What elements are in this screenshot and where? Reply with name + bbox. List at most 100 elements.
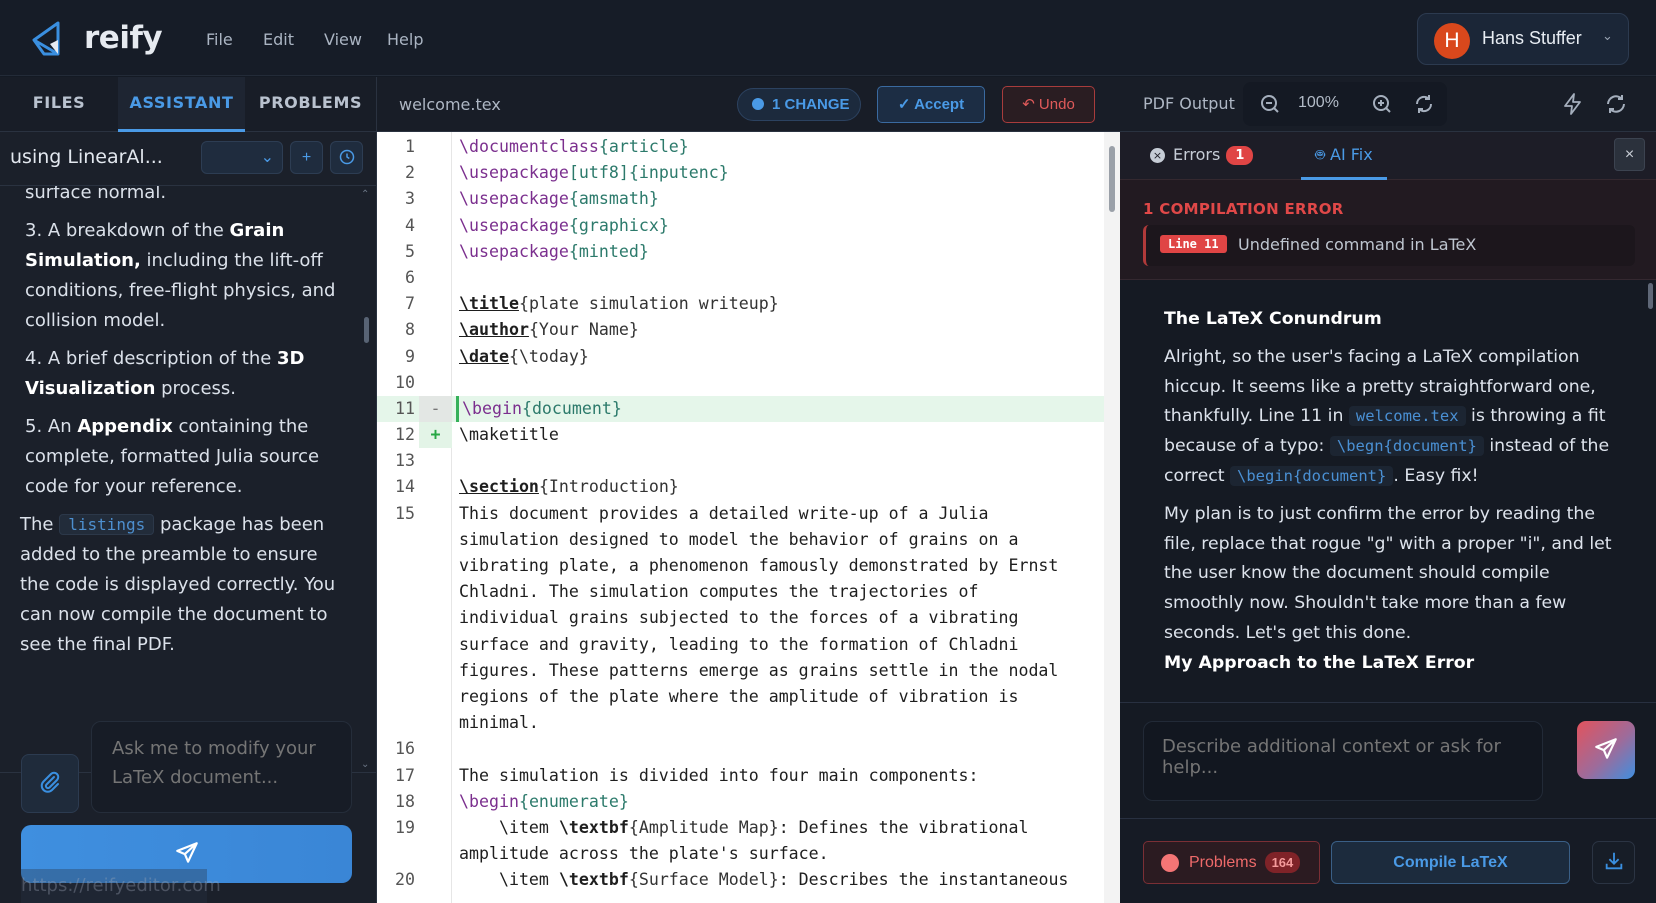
new-session-button[interactable]: + bbox=[290, 141, 323, 174]
code-line-wrap[interactable]: surface and gravity, leading to the form… bbox=[377, 632, 1104, 658]
code-token: \begin bbox=[459, 791, 519, 811]
code-line[interactable]: 19 \item \textbf{Amplitude Map}: Defines… bbox=[377, 815, 1104, 841]
code-text: individual grains subjected to the force… bbox=[459, 605, 1018, 631]
refresh-icon[interactable] bbox=[1604, 92, 1628, 116]
code-line[interactable]: 18 \begin{enumerate} bbox=[377, 789, 1104, 815]
history-button[interactable] bbox=[330, 141, 363, 174]
code-line-wrap[interactable]: minimal. bbox=[377, 710, 1104, 736]
code-text: \section{Introduction} bbox=[459, 474, 679, 500]
zoom-level: 100% bbox=[1298, 94, 1339, 111]
code-line-wrap[interactable]: figures. These patterns emerge as grains… bbox=[377, 658, 1104, 684]
ai-context-input[interactable] bbox=[1143, 721, 1543, 801]
code-line[interactable]: 20 \item \textbf{Surface Model}: Describ… bbox=[377, 867, 1104, 893]
scroll-up-icon[interactable]: ⌃ bbox=[361, 189, 369, 200]
code-line[interactable]: 4 \usepackage{graphicx} bbox=[377, 213, 1104, 239]
code-line[interactable]: 15 This document provides a detailed writ… bbox=[377, 501, 1104, 527]
code-line-wrap[interactable]: vibrating plate, a phenomenon famously d… bbox=[377, 553, 1104, 579]
tab-assistant[interactable]: ASSISTANT bbox=[118, 77, 245, 132]
code-line[interactable]: 11- \begin{document} bbox=[377, 395, 1104, 423]
error-section: 1 COMPILATION ERROR Line 11 Undefined co… bbox=[1120, 180, 1656, 280]
user-menu-button[interactable]: H Hans Stuffer ⌄ bbox=[1417, 13, 1629, 65]
error-circle-icon: × bbox=[1150, 148, 1165, 163]
lightning-icon[interactable] bbox=[1561, 92, 1585, 116]
message-paragraph: The listings package has been added to t… bbox=[20, 514, 336, 655]
problems-count: 164 bbox=[1264, 852, 1301, 873]
code-area[interactable]: 1 \documentclass{article} 2 \usepackage[utf… bbox=[377, 132, 1104, 903]
code-token: \title bbox=[459, 294, 519, 314]
code-line[interactable]: 2 \usepackage[utf8]{inputenc} bbox=[377, 160, 1104, 186]
scrollbar-thumb[interactable] bbox=[1648, 283, 1653, 309]
code-token: {\today} bbox=[508, 346, 589, 366]
code-token: Chladni. The simulation computes the tra… bbox=[459, 582, 979, 602]
code-line-wrap[interactable]: Chladni. The simulation computes the tra… bbox=[377, 579, 1104, 605]
robot-icon: 🤖︎ bbox=[1315, 145, 1325, 164]
reset-zoom-icon[interactable] bbox=[1413, 93, 1435, 115]
menu-help[interactable]: Help bbox=[387, 30, 423, 49]
code-token: \textbf bbox=[558, 870, 629, 890]
code-token: individual grains subjected to the force… bbox=[459, 608, 1019, 628]
menu-file[interactable]: File bbox=[206, 30, 233, 49]
tab-problems[interactable]: PROBLEMS bbox=[245, 77, 376, 132]
assistant-input[interactable] bbox=[91, 721, 352, 813]
code-text: \usepackage{amsmath} bbox=[459, 186, 659, 212]
session-dropdown[interactable]: ⌄ bbox=[201, 141, 283, 174]
scroll-down-icon[interactable]: ⌄ bbox=[361, 759, 369, 770]
code-line-wrap[interactable]: regions of the plate where the amplitude… bbox=[377, 684, 1104, 710]
diff-removed-marker: - bbox=[419, 395, 452, 423]
ai-send-button[interactable] bbox=[1577, 721, 1635, 779]
accept-button[interactable]: ✓ Accept bbox=[877, 86, 985, 123]
changes-badge[interactable]: 1 CHANGE bbox=[737, 88, 861, 121]
file-tab[interactable]: welcome.tex bbox=[399, 95, 501, 114]
tab-errors[interactable]: × Errors 1 bbox=[1150, 132, 1254, 180]
close-button[interactable]: × bbox=[1614, 138, 1645, 171]
undo-button[interactable]: ↶ Undo bbox=[1002, 86, 1095, 123]
code-line[interactable]: 14 \section{Introduction} bbox=[377, 474, 1104, 500]
tab-files[interactable]: FILES bbox=[0, 77, 118, 132]
scrollbar-thumb[interactable] bbox=[364, 317, 369, 343]
code-line[interactable]: 3 \usepackage{amsmath} bbox=[377, 186, 1104, 212]
editor-scrollbar[interactable] bbox=[1104, 132, 1120, 903]
zoom-in-icon[interactable] bbox=[1371, 93, 1393, 115]
code-token: {Surface Model} bbox=[628, 870, 779, 890]
code-line[interactable]: 8 \author{Your Name} bbox=[377, 317, 1104, 343]
menu-edit[interactable]: Edit bbox=[263, 30, 294, 49]
code-line[interactable]: 6 bbox=[377, 265, 1104, 291]
compile-button[interactable]: Compile LaTeX bbox=[1331, 841, 1570, 884]
code-line-wrap[interactable]: amplitude across the plate's surface. bbox=[377, 841, 1104, 867]
zoom-out-icon[interactable] bbox=[1259, 93, 1281, 115]
message-text: surface normal. bbox=[25, 186, 167, 203]
error-item[interactable]: Line 11 Undefined command in LaTeX bbox=[1143, 225, 1635, 266]
line-number: 18 bbox=[395, 791, 415, 811]
code-line[interactable]: 16 bbox=[377, 736, 1104, 762]
ai-heading: My Approach to the LaTeX Error bbox=[1164, 652, 1475, 673]
scrollbar-thumb[interactable] bbox=[1109, 146, 1115, 212]
problems-button[interactable]: Problems 164 bbox=[1143, 841, 1320, 884]
list-item: 5. An Appendix containing the complete, … bbox=[25, 416, 320, 497]
code-line[interactable]: 17 The simulation is divided into four ma… bbox=[377, 763, 1104, 789]
menu-view[interactable]: View bbox=[324, 30, 362, 49]
code-line[interactable]: 1 \documentclass{article} bbox=[377, 134, 1104, 160]
code-text: \date{\today} bbox=[459, 344, 589, 370]
code-token: \usepackage bbox=[459, 241, 569, 261]
code-line-wrap[interactable]: individual grains subjected to the force… bbox=[377, 605, 1104, 631]
code-line[interactable]: 12 + \maketitle bbox=[377, 422, 1104, 449]
attach-button[interactable] bbox=[21, 754, 79, 813]
code-line[interactable]: 5 \usepackage{minted} bbox=[377, 239, 1104, 265]
code-text: vibrating plate, a phenomenon famously d… bbox=[459, 553, 1058, 579]
code-line[interactable]: 7 \title{plate simulation writeup} bbox=[377, 291, 1104, 317]
code-line[interactable]: 9 \date{\today} bbox=[377, 344, 1104, 370]
error-title: 1 COMPILATION ERROR bbox=[1143, 200, 1344, 218]
code-token: \maketitle bbox=[459, 425, 559, 445]
tab-ai-fix[interactable]: 🤖︎ AI Fix bbox=[1301, 132, 1387, 180]
download-button[interactable] bbox=[1592, 841, 1635, 884]
code-line[interactable]: 10 bbox=[377, 370, 1104, 396]
code-line-wrap[interactable]: simulation designed to model the behavio… bbox=[377, 527, 1104, 553]
code-line[interactable]: 13 bbox=[377, 448, 1104, 474]
ai-paragraph: My plan is to just confirm the error by … bbox=[1164, 503, 1612, 643]
pdf-toolbar: PDF Output 100% bbox=[1120, 77, 1656, 132]
code-token: {Amplitude Map} bbox=[628, 817, 779, 837]
session-name: using LinearAl... bbox=[10, 146, 163, 168]
line-number: 9 bbox=[405, 346, 415, 366]
